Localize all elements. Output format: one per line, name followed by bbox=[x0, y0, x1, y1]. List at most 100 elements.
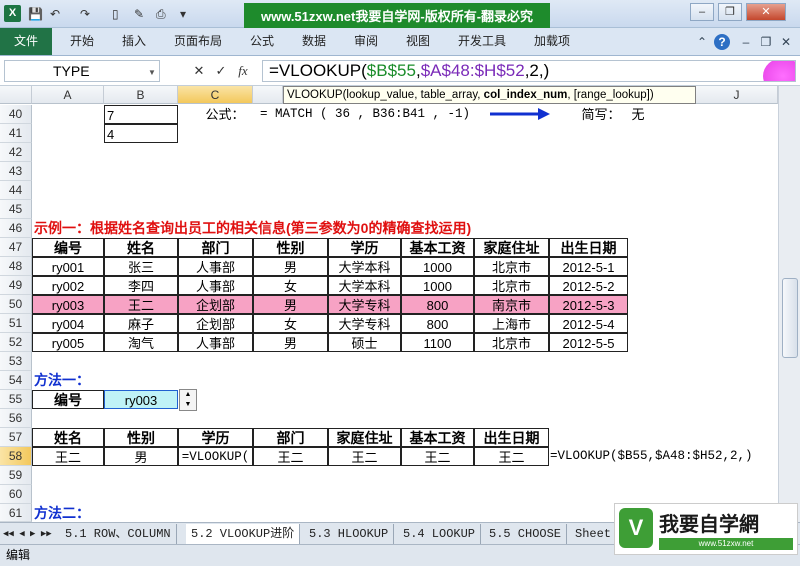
result-cell[interactable]: 王二 bbox=[328, 447, 401, 466]
table-cell[interactable]: 大学专科 bbox=[328, 314, 401, 333]
result-cell[interactable]: 男 bbox=[104, 447, 178, 466]
window-restore-button[interactable]: ❐ bbox=[718, 3, 742, 21]
row-header[interactable]: 60 bbox=[0, 485, 32, 504]
id-spinner[interactable]: ▲ ▼ bbox=[179, 389, 197, 411]
table-cell[interactable]: 大学专科 bbox=[328, 295, 401, 314]
scrollbar-thumb[interactable] bbox=[782, 278, 798, 358]
tab-file[interactable]: 文件 bbox=[0, 28, 52, 55]
tab-review[interactable]: 审阅 bbox=[354, 28, 378, 55]
table-cell[interactable]: 麻子 bbox=[104, 314, 178, 333]
table-cell[interactable]: 800 bbox=[401, 295, 474, 314]
table-cell[interactable]: 北京市 bbox=[474, 333, 549, 352]
table-cell[interactable]: 女 bbox=[253, 276, 328, 295]
column-header-b[interactable]: B bbox=[104, 86, 178, 104]
result-cell[interactable]: 王二 bbox=[474, 447, 549, 466]
cancel-entry-button[interactable]: ✕ bbox=[190, 62, 208, 80]
customize-qat-icon[interactable]: ▾ bbox=[180, 6, 186, 22]
row-header[interactable]: 41 bbox=[0, 124, 32, 143]
table-cell[interactable]: 张三 bbox=[104, 257, 178, 276]
tab-view[interactable]: 视图 bbox=[406, 28, 430, 55]
table-cell[interactable]: 2012-5-1 bbox=[549, 257, 628, 276]
sheet-tab-5-5[interactable]: 5.5 CHOOSE bbox=[484, 524, 568, 544]
table-header[interactable]: 家庭住址 bbox=[474, 238, 549, 257]
sheet-nav-arrows-icon[interactable]: ◀◀ ◀ ▶ ▶▶ bbox=[0, 524, 55, 544]
name-box-dropdown-icon[interactable]: ▼ bbox=[148, 68, 156, 77]
tab-home[interactable]: 开始 bbox=[70, 28, 94, 55]
select-all-corner[interactable] bbox=[0, 86, 32, 104]
active-edit-cell[interactable]: =VLOOKUP( bbox=[178, 447, 253, 466]
row-header[interactable]: 48 bbox=[0, 257, 32, 276]
table-cell[interactable]: ry001 bbox=[32, 257, 104, 276]
table-header[interactable]: 编号 bbox=[32, 238, 104, 257]
table-cell[interactable]: 企划部 bbox=[178, 314, 253, 333]
insert-function-button[interactable]: fx bbox=[234, 62, 252, 80]
column-header-a[interactable]: A bbox=[32, 86, 104, 104]
row-header[interactable]: 51 bbox=[0, 314, 32, 333]
row-header[interactable]: 54 bbox=[0, 371, 32, 390]
table-cell[interactable]: 人事部 bbox=[178, 257, 253, 276]
table-cell[interactable]: 硕士 bbox=[328, 333, 401, 352]
row-header[interactable]: 59 bbox=[0, 466, 32, 485]
row-header[interactable]: 53 bbox=[0, 352, 32, 371]
name-box[interactable]: TYPE bbox=[4, 60, 160, 82]
table-header[interactable]: 性别 bbox=[253, 238, 328, 257]
table-header[interactable]: 学历 bbox=[328, 238, 401, 257]
result-header[interactable]: 家庭住址 bbox=[328, 428, 401, 447]
table-cell[interactable]: 女 bbox=[253, 314, 328, 333]
row-header[interactable]: 56 bbox=[0, 409, 32, 428]
table-cell[interactable]: 2012-5-3 bbox=[549, 295, 628, 314]
window-minimize-button[interactable]: – bbox=[690, 3, 714, 21]
undo-icon[interactable]: ↶ bbox=[50, 6, 60, 22]
column-header-d[interactable] bbox=[253, 86, 283, 104]
table-cell[interactable]: 南京市 bbox=[474, 295, 549, 314]
excel-app-icon[interactable]: X bbox=[4, 5, 21, 22]
result-cell[interactable]: 王二 bbox=[401, 447, 474, 466]
table-cell[interactable]: ry004 bbox=[32, 314, 104, 333]
table-cell[interactable]: 男 bbox=[253, 333, 328, 352]
tab-data[interactable]: 数据 bbox=[302, 28, 326, 55]
table-cell[interactable]: 王二 bbox=[104, 295, 178, 314]
table-cell[interactable]: 1000 bbox=[401, 276, 474, 295]
table-cell[interactable]: 人事部 bbox=[178, 333, 253, 352]
table-cell[interactable]: 2012-5-4 bbox=[549, 314, 628, 333]
result-header[interactable]: 姓名 bbox=[32, 428, 104, 447]
table-cell[interactable]: ry005 bbox=[32, 333, 104, 352]
result-header[interactable]: 出生日期 bbox=[474, 428, 549, 447]
table-cell[interactable]: 企划部 bbox=[178, 295, 253, 314]
row-header[interactable]: 57 bbox=[0, 428, 32, 447]
window-close-button[interactable]: ✕ bbox=[746, 3, 786, 21]
row-header[interactable]: 52 bbox=[0, 333, 32, 352]
id-input[interactable]: ry003 bbox=[104, 390, 178, 409]
formula-input[interactable]: =VLOOKUP($B$55,$A$48:$H$52,2,) bbox=[262, 60, 796, 82]
table-cell[interactable]: 2012-5-5 bbox=[549, 333, 628, 352]
tab-formulas[interactable]: 公式 bbox=[250, 28, 274, 55]
sheet-tab-5-3[interactable]: 5.3 HLOOKUP bbox=[304, 524, 395, 544]
row-header[interactable]: 55 bbox=[0, 390, 32, 409]
table-cell[interactable]: ry003 bbox=[32, 295, 104, 314]
save-icon[interactable]: 💾 bbox=[28, 6, 43, 22]
redo-icon[interactable]: ↷ bbox=[80, 6, 90, 22]
row-header[interactable]: 44 bbox=[0, 181, 32, 200]
row-header[interactable]: 43 bbox=[0, 162, 32, 181]
table-cell[interactable]: 北京市 bbox=[474, 276, 549, 295]
row-header[interactable]: 61 bbox=[0, 504, 32, 522]
row-header[interactable]: 49 bbox=[0, 276, 32, 295]
row-header[interactable]: 58 bbox=[0, 447, 32, 466]
table-header[interactable]: 部门 bbox=[178, 238, 253, 257]
table-cell[interactable]: 1100 bbox=[401, 333, 474, 352]
print-preview-icon[interactable]: ⎙ bbox=[156, 6, 166, 22]
result-header[interactable]: 学历 bbox=[178, 428, 253, 447]
table-cell[interactable]: 800 bbox=[401, 314, 474, 333]
table-cell[interactable]: 上海市 bbox=[474, 314, 549, 333]
result-cell[interactable]: 王二 bbox=[32, 447, 104, 466]
table-cell[interactable]: ry002 bbox=[32, 276, 104, 295]
open-icon[interactable]: ✎ bbox=[134, 6, 144, 22]
row-header[interactable]: 47 bbox=[0, 238, 32, 257]
table-cell[interactable]: 男 bbox=[253, 295, 328, 314]
table-cell[interactable]: 男 bbox=[253, 257, 328, 276]
result-header[interactable]: 性别 bbox=[104, 428, 178, 447]
doc-restore-icon[interactable]: ❐ bbox=[758, 34, 774, 50]
table-cell[interactable]: 淘气 bbox=[104, 333, 178, 352]
sheet-tab-sheet[interactable]: Sheet bbox=[570, 524, 618, 544]
new-file-icon[interactable]: ▯ bbox=[112, 6, 119, 22]
